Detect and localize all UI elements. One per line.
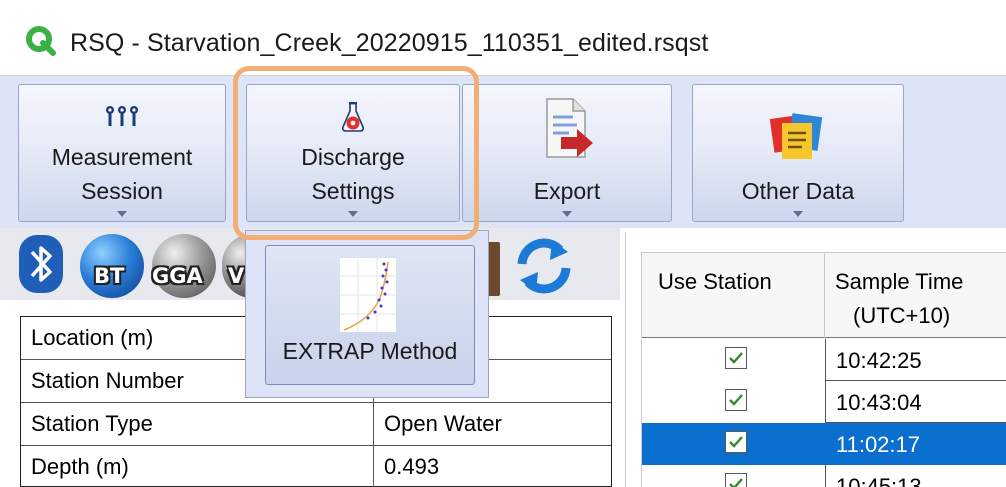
- info-value: 0.493: [384, 454, 440, 479]
- bt-icon-label: BT: [94, 264, 125, 288]
- use-station-cell: [641, 465, 825, 487]
- info-value-cell[interactable]: Open Water: [373, 403, 611, 445]
- sample-time-cell: 10:45:13: [825, 465, 1006, 487]
- info-value: Open Water: [384, 411, 502, 436]
- app-logo-icon: [26, 26, 56, 56]
- use-station-checkbox[interactable]: [725, 389, 747, 411]
- checkmark-icon: [729, 352, 743, 364]
- use-station-cell: [641, 339, 825, 381]
- info-label: Location (m): [31, 325, 154, 350]
- gga-icon-label: GGA: [152, 264, 203, 288]
- measurement-session-label-1: Measurement: [51, 144, 193, 170]
- title-bar: RSQ - Starvation_Creek_20220915_110351_e…: [0, 0, 1006, 76]
- info-row-station-type: Station Type Open Water: [21, 403, 611, 446]
- table-row[interactable]: 10:45:13: [641, 465, 1006, 487]
- sample-time-cell: 10:42:25: [825, 339, 1006, 381]
- info-value-cell[interactable]: 0.493: [373, 446, 611, 487]
- use-station-cell: [641, 381, 825, 423]
- other-data-icon: [769, 113, 823, 159]
- sample-time-cell: 10:43:04: [825, 381, 1006, 423]
- info-label: Station Number: [31, 368, 184, 393]
- measurement-session-label-2: Session: [81, 178, 163, 204]
- use-station-checkbox[interactable]: [725, 347, 747, 369]
- refresh-icon[interactable]: [512, 234, 576, 298]
- checkmark-icon: [729, 478, 743, 487]
- use-station-header-label: Use Station: [658, 269, 772, 294]
- sample-time-column-header[interactable]: Sample Time (UTC+10): [825, 253, 1006, 338]
- bluetooth-icon[interactable]: [18, 234, 64, 294]
- sample-time-value: 10:42:25: [836, 348, 922, 373]
- chevron-down-icon: [793, 211, 803, 217]
- sample-time-cell: 11:02:17: [825, 423, 1006, 465]
- checkmark-icon: [729, 394, 743, 406]
- export-button[interactable]: Export: [462, 84, 672, 222]
- use-station-checkbox[interactable]: [725, 431, 747, 453]
- use-station-column-header[interactable]: Use Station: [641, 253, 825, 338]
- export-label: Export: [533, 178, 601, 204]
- window-title: RSQ - Starvation_Creek_20220915_110351_e…: [70, 29, 709, 57]
- info-label: Depth (m): [31, 454, 129, 479]
- stations-table-header: Use Station Sample Time (UTC+10): [641, 252, 1006, 338]
- sample-time-header-label: Sample Time: [835, 269, 964, 294]
- use-station-cell: [641, 423, 825, 465]
- table-row[interactable]: 10:43:04: [641, 381, 1006, 423]
- measurement-session-button[interactable]: Measurement Session: [18, 84, 226, 222]
- table-row-selected[interactable]: 11:02:17: [641, 423, 1006, 465]
- info-label: Station Type: [31, 411, 153, 436]
- other-data-label: Other Data: [741, 178, 855, 204]
- sample-time-value: 10:43:04: [836, 390, 922, 415]
- export-icon: [546, 98, 593, 158]
- sample-time-value: 11:02:17: [836, 432, 921, 457]
- table-row[interactable]: 10:42:25: [641, 339, 1006, 381]
- use-station-checkbox[interactable]: [725, 473, 747, 487]
- vtg-icon-label: V: [228, 264, 245, 288]
- chevron-down-icon: [562, 211, 572, 217]
- sample-time-value: 10:45:13: [836, 474, 922, 487]
- extrap-profile-icon: [340, 258, 396, 332]
- chevron-down-icon: [117, 211, 127, 217]
- highlight-box: [233, 66, 479, 240]
- info-row-depth: Depth (m) 0.493: [21, 446, 611, 487]
- other-data-button[interactable]: Other Data: [692, 84, 904, 222]
- extrap-method-label: EXTRAP Method: [282, 338, 458, 364]
- sample-time-header-unit: (UTC+10): [853, 303, 951, 328]
- checkmark-icon: [729, 436, 743, 448]
- measurement-icon: [106, 106, 138, 126]
